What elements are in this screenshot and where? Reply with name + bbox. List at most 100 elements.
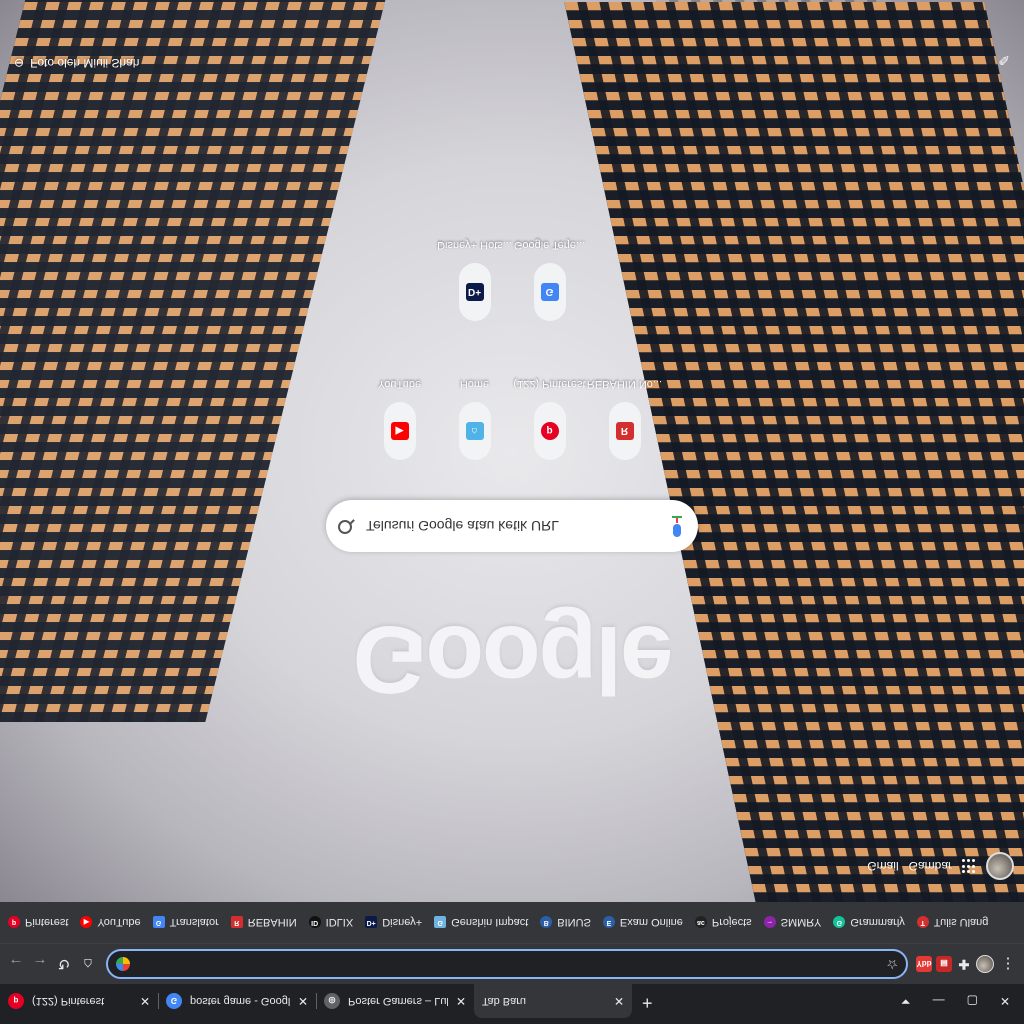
- grammarly-icon: G: [833, 916, 846, 929]
- shortcut-pinterest[interactable]: p (122) Pinterest: [513, 378, 586, 460]
- bookmark-binus[interactable]: B BINUS: [540, 916, 591, 929]
- bookmark-tulis-ulang[interactable]: T Tulis Ulang: [916, 916, 989, 929]
- shortcuts-row-1: ▶ YouTube ⌂ Home p (122) Pinterest R REB…: [0, 378, 1024, 460]
- toolbar: ← → ↻ ⌂ ☆ Ybb ▤ ✚ ⋮: [0, 944, 1024, 984]
- translate-icon: G: [540, 283, 559, 301]
- bookmark-label: BINUS: [557, 916, 591, 929]
- shortcut-label: (122) Pinterest: [513, 378, 586, 390]
- bookmark-label: IDLIX: [325, 916, 354, 929]
- tab-google-search[interactable]: G poster game - Google Penelusuran ✕: [158, 984, 316, 1018]
- shortcuts-row-2: D+ Disney+ Hots... G Google Terje...: [0, 239, 1024, 321]
- back-arrow-icon[interactable]: ←: [6, 956, 26, 973]
- gmail-link[interactable]: Gmail: [867, 859, 898, 873]
- tab-title: (122) Pinterest: [32, 995, 105, 1007]
- bookmark-smmry[interactable]: → SMMRY: [763, 916, 821, 929]
- shortcut-translate[interactable]: G Google Terje...: [514, 239, 585, 321]
- close-tab-icon[interactable]: ✕: [140, 994, 150, 1008]
- tab-poster-gamers[interactable]: ◎ Poster Gamers – Lukisan ✕: [316, 984, 474, 1018]
- projects-icon: ac: [694, 916, 707, 929]
- genshin-icon: G: [434, 916, 447, 929]
- puzzle-icon[interactable]: ✚: [956, 956, 972, 972]
- shortcut-label: Home: [459, 378, 490, 390]
- disney-icon: D+: [465, 283, 484, 301]
- bookmark-label: Disney+: [382, 916, 423, 929]
- shortcut-label: Google Terje...: [513, 239, 586, 251]
- tab-new-tab[interactable]: Tab Baru ✕: [474, 984, 632, 1018]
- home-icon[interactable]: ⌂: [78, 956, 98, 973]
- pinterest-icon: p: [8, 916, 20, 929]
- arrow-right-icon: →: [763, 916, 776, 929]
- shortcut-label: YouTube: [377, 378, 422, 390]
- reload-icon[interactable]: ↻: [54, 955, 74, 973]
- exam-icon: E: [602, 916, 615, 929]
- tulis-ulang-icon: T: [916, 916, 929, 929]
- forward-arrow-icon[interactable]: →: [30, 956, 50, 973]
- shortcut-disney[interactable]: D+ Disney+ Hots...: [437, 239, 512, 321]
- shortcut-rebahin[interactable]: R REBAHIN No...: [587, 378, 662, 460]
- address-input[interactable]: [136, 955, 887, 973]
- ybb-extension-icon[interactable]: Ybb: [916, 956, 932, 972]
- menu-kebab-icon[interactable]: ⋮: [998, 955, 1018, 973]
- bookmark-star-icon[interactable]: ☆: [886, 956, 898, 972]
- browser-chrome: p (122) Pinterest ✕ G poster game - Goog…: [0, 902, 1024, 1024]
- pinterest-icon: p: [540, 422, 559, 440]
- bookmark-genshin[interactable]: G Genshin Impact: [434, 916, 528, 929]
- tab-title: Poster Gamers – Lukisan: [348, 995, 448, 1007]
- youtube-icon: ▶: [390, 422, 409, 440]
- close-tab-icon[interactable]: ✕: [298, 994, 308, 1008]
- bookmark-disney[interactable]: D+ Disney+: [365, 916, 423, 929]
- globe-icon: ◎: [324, 993, 340, 1009]
- bookmark-projects[interactable]: ac Projects: [694, 916, 752, 929]
- idlix-icon: ID: [308, 916, 321, 929]
- images-link[interactable]: Gambar: [909, 859, 952, 873]
- shortcut-home[interactable]: ⌂ Home: [447, 378, 503, 460]
- google-icon: [116, 957, 130, 971]
- bookmark-rebahin[interactable]: R REBAHIN: [230, 916, 297, 929]
- minimize-icon[interactable]: —: [933, 995, 945, 1009]
- bookmark-label: Tulis Ulang: [933, 916, 989, 929]
- google-logo: Google: [352, 606, 672, 713]
- bookmark-label: Exam Online: [619, 916, 683, 929]
- new-tab-page: Gmail Gambar Google ▶ YouTube ⌂ Home p (…: [0, 0, 1024, 902]
- bookmarks-bar: p Pinterest ▶ YouTube G Translator R REBAHIN…: [0, 902, 1024, 944]
- ntp-header-links: Gmail Gambar: [867, 852, 1014, 880]
- new-tab-plus-icon[interactable]: +: [632, 984, 663, 1013]
- rebahin-icon: R: [615, 422, 634, 440]
- address-bar[interactable]: ☆: [106, 949, 908, 979]
- google-icon: G: [166, 993, 182, 1009]
- tab-pinterest[interactable]: p (122) Pinterest ✕: [0, 984, 158, 1018]
- disney-icon: D+: [365, 916, 378, 929]
- home-icon: ⌂: [465, 422, 484, 440]
- microphone-icon[interactable]: [670, 515, 684, 537]
- bookmark-youtube[interactable]: ▶ YouTube: [80, 916, 141, 929]
- close-tab-icon[interactable]: ✕: [614, 994, 624, 1008]
- pinterest-icon: p: [8, 993, 24, 1009]
- bookmark-grammarly[interactable]: G Grammarly: [833, 916, 905, 929]
- ntp-search-box[interactable]: [326, 500, 698, 552]
- bookmark-label: Translator: [169, 916, 219, 929]
- link-icon: ⊖: [14, 56, 25, 70]
- shortcut-label: Disney+ Hots...: [437, 239, 512, 251]
- bookmark-label: Projects: [711, 916, 752, 929]
- close-tab-icon[interactable]: ✕: [456, 994, 466, 1008]
- bookmark-exam-online[interactable]: E Exam Online: [602, 916, 683, 929]
- search-icon: [338, 518, 355, 534]
- shortcut-youtube[interactable]: ▶ YouTube: [372, 378, 428, 460]
- account-avatar[interactable]: [986, 852, 1014, 880]
- bookmark-label: REBAHIN: [247, 916, 297, 929]
- apps-grid-icon[interactable]: [962, 859, 976, 873]
- photo-attribution[interactable]: ⊖ Foto oleh Miuli Shah: [14, 56, 139, 70]
- tab-search-icon[interactable]: ⏷: [901, 994, 911, 1009]
- shortcut-label: REBAHIN No...: [586, 378, 663, 390]
- clipboard-extension-icon[interactable]: ▤: [936, 956, 952, 972]
- bookmark-idlix[interactable]: ID IDLIX: [308, 916, 354, 929]
- bookmark-translator[interactable]: G Translator: [152, 916, 219, 929]
- binus-icon: B: [540, 916, 553, 929]
- maximize-icon[interactable]: ▢: [967, 995, 978, 1009]
- customize-pencil-icon[interactable]: ✎: [998, 51, 1010, 68]
- bookmark-pinterest[interactable]: p Pinterest: [8, 916, 68, 929]
- ntp-search-input[interactable]: [364, 517, 670, 535]
- close-window-icon[interactable]: ✕: [1000, 995, 1010, 1009]
- tab-strip: p (122) Pinterest ✕ G poster game - Goog…: [0, 984, 1024, 1024]
- profile-avatar[interactable]: [976, 955, 994, 973]
